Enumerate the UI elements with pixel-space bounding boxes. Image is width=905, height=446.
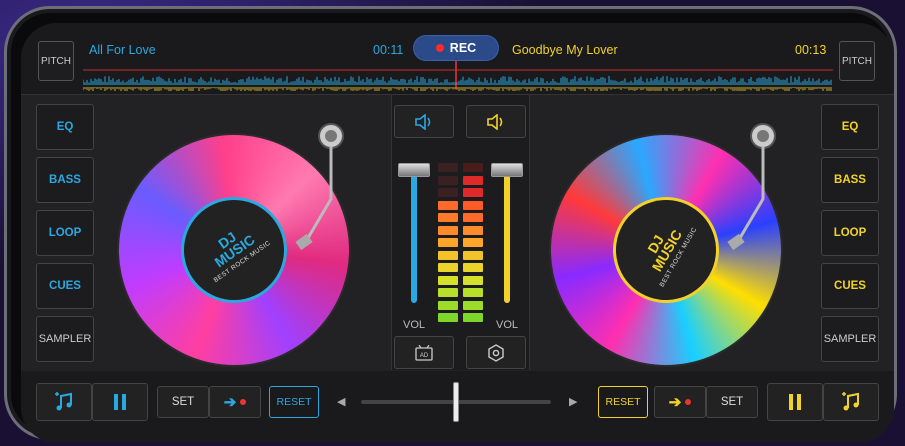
right-track-time: 00:13	[795, 43, 827, 57]
meter-segment	[463, 238, 483, 247]
app-screen: PITCH PITCH All For Love 00:11 REC Goodb…	[21, 23, 894, 443]
crossfader-track[interactable]	[361, 382, 551, 422]
meter-segment	[463, 313, 483, 322]
left-reset-button[interactable]: RESET	[269, 386, 319, 418]
right-fader-knob[interactable]	[491, 163, 523, 177]
meter-segment	[438, 250, 458, 260]
meter-segment	[463, 175, 483, 185]
speaker-icon	[487, 113, 503, 130]
settings-button[interactable]	[466, 336, 526, 369]
left-sound-button[interactable]	[394, 105, 454, 138]
meter-segment	[438, 288, 458, 297]
meter-segment	[438, 313, 458, 322]
record-dot-icon	[240, 399, 247, 405]
chevron-left-icon[interactable]: ◀	[337, 395, 345, 408]
ad-button[interactable]: AD	[394, 336, 454, 369]
meter-segment	[438, 275, 458, 285]
music-note-icon	[842, 392, 859, 411]
right-track-name: Goodbye My Lover	[512, 43, 618, 57]
bottom-bar: SET ➔ RESET ◀ ▶ RESET ➔ SET	[21, 371, 894, 443]
meter-segment	[463, 288, 483, 297]
left-fader-knob[interactable]	[398, 163, 430, 177]
meter-segment	[463, 188, 483, 197]
left-set-button[interactable]: SET	[157, 386, 209, 418]
right-level-meter	[463, 163, 483, 326]
right-volume-fader[interactable]	[491, 163, 523, 303]
meter-segment	[463, 163, 483, 172]
right-bass-button[interactable]: BASS	[821, 157, 879, 203]
phone-frame: PITCH PITCH All For Love 00:11 REC Goodb…	[4, 6, 897, 443]
left-vol-label: VOL	[403, 319, 426, 331]
pause-icon	[789, 394, 801, 410]
right-set-button[interactable]: SET	[706, 386, 758, 418]
meter-segment	[438, 238, 458, 247]
meter-segment	[438, 300, 458, 310]
meter-segment	[463, 263, 483, 272]
record-dot-icon	[685, 399, 692, 405]
right-reset-button[interactable]: RESET	[598, 386, 648, 418]
left-label-title: DJ MUSIC	[211, 228, 258, 271]
pitch-left-button[interactable]: PITCH	[38, 41, 74, 81]
left-bass-button[interactable]: BASS	[36, 157, 94, 203]
right-playlist-button[interactable]	[823, 383, 879, 421]
left-eq-button[interactable]: EQ	[36, 104, 94, 150]
right-record-label: DJ MUSIC BEST ROCK MUSIC	[597, 181, 735, 319]
right-tonearm[interactable]	[723, 119, 783, 259]
crossfader-knob[interactable]	[453, 382, 459, 422]
right-sound-button[interactable]	[466, 105, 526, 138]
left-sampler-button[interactable]: SAMPLER	[36, 316, 94, 362]
music-note-icon	[55, 392, 72, 411]
left-cues-button[interactable]: CUES	[36, 263, 94, 309]
top-bar: PITCH PITCH All For Love 00:11 REC Goodb…	[21, 23, 894, 95]
record-dot-icon	[435, 44, 444, 52]
pause-icon	[114, 394, 126, 410]
speaker-icon	[415, 113, 431, 130]
left-playlist-button[interactable]	[36, 383, 92, 421]
chevron-right-icon[interactable]: ▶	[569, 395, 577, 408]
meter-segment	[463, 225, 483, 235]
left-tonearm[interactable]	[291, 119, 351, 259]
right-cues-button[interactable]: CUES	[821, 263, 879, 309]
right-sampler-button[interactable]: SAMPLER	[821, 316, 879, 362]
mixer-panel: VOL VOL AD	[391, 95, 530, 370]
rec-button[interactable]: REC	[414, 36, 498, 60]
left-track-name: All For Love	[89, 43, 156, 57]
left-pause-button[interactable]	[92, 383, 148, 421]
meter-segment	[463, 275, 483, 285]
left-level-meter	[438, 163, 458, 326]
arrow-right-icon: ➔	[668, 394, 682, 411]
meter-segment	[438, 200, 458, 210]
meter-segment	[463, 300, 483, 310]
left-volume-fader[interactable]	[398, 163, 430, 303]
meter-segment	[438, 213, 458, 222]
left-loop-button[interactable]: LOOP	[36, 210, 94, 256]
meter-segment	[438, 175, 458, 185]
left-record-label: DJ MUSIC BEST ROCK MUSIC	[164, 180, 304, 320]
hexagon-icon	[488, 343, 504, 362]
meter-segment	[438, 225, 458, 235]
ad-tv-icon: AD	[415, 344, 433, 361]
left-track-time: 00:11	[373, 43, 404, 57]
meter-segment	[438, 188, 458, 197]
meter-segment	[463, 200, 483, 210]
svg-text:AD: AD	[420, 353, 429, 359]
meter-segment	[463, 250, 483, 260]
left-cue-record-button[interactable]: ➔	[209, 386, 261, 418]
meter-segment	[438, 163, 458, 172]
pitch-right-button[interactable]: PITCH	[839, 41, 875, 81]
right-pause-button[interactable]	[767, 383, 823, 421]
meter-segment	[438, 263, 458, 272]
waveform-display[interactable]	[83, 61, 833, 91]
right-eq-button[interactable]: EQ	[821, 104, 879, 150]
right-loop-button[interactable]: LOOP	[821, 210, 879, 256]
meter-segment	[463, 213, 483, 222]
right-vol-label: VOL	[496, 319, 519, 331]
rec-label: REC	[449, 41, 477, 55]
right-cue-record-button[interactable]: ➔	[654, 386, 706, 418]
arrow-right-icon: ➔	[223, 394, 237, 411]
